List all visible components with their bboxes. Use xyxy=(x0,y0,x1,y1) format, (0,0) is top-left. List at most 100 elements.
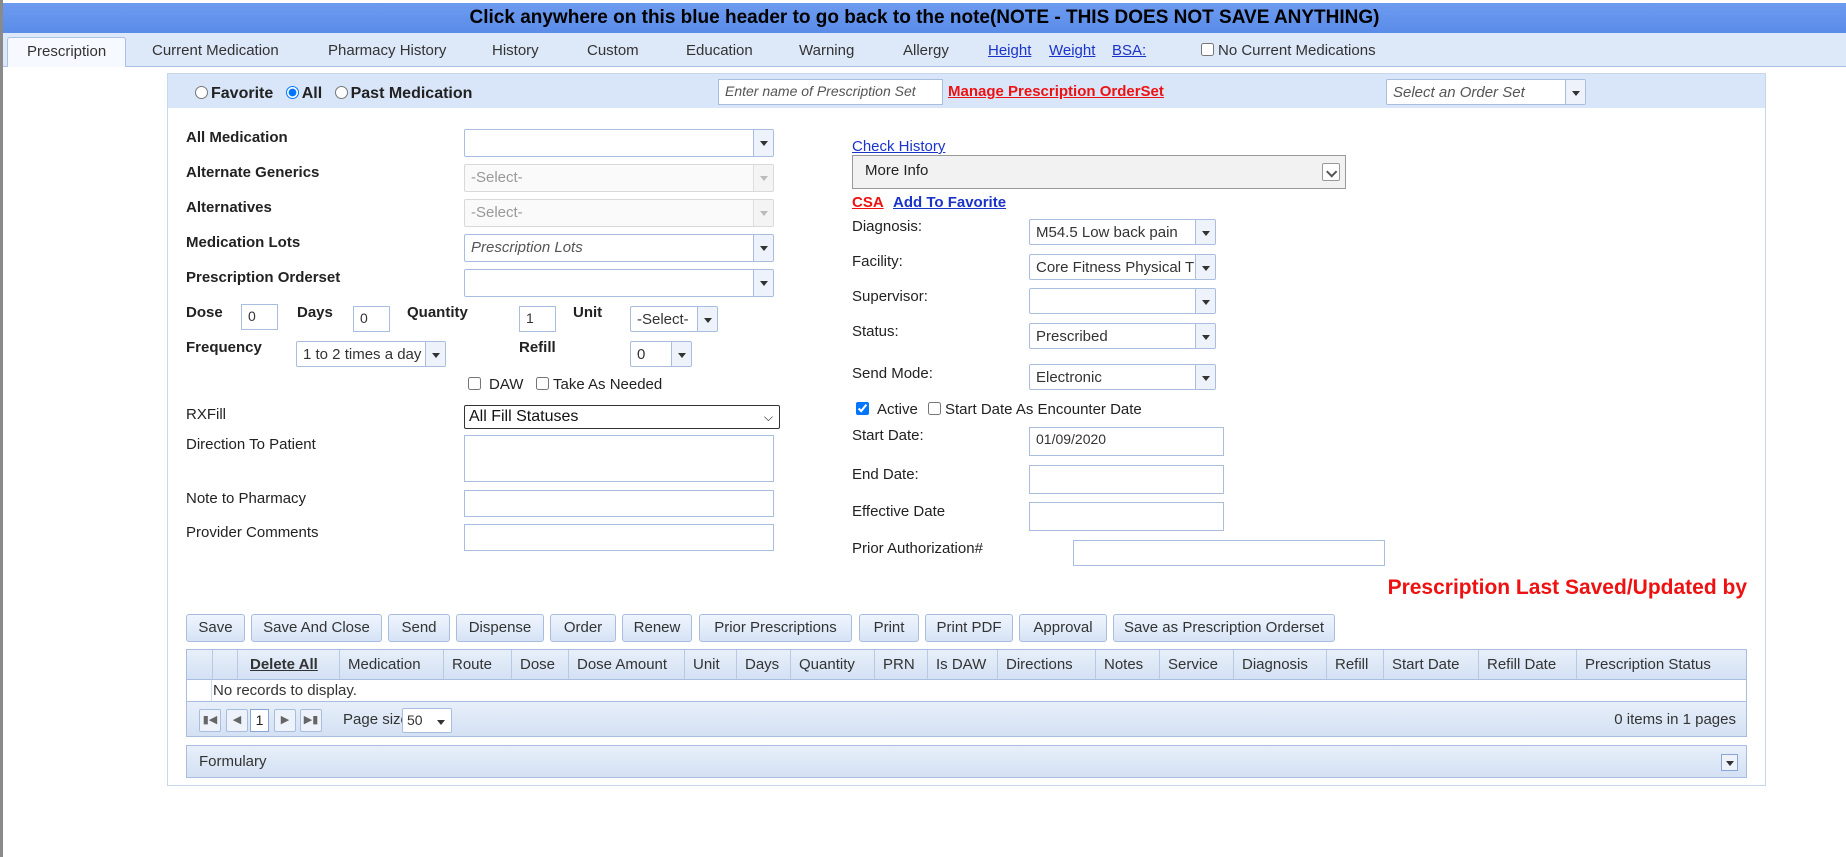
radio-all[interactable]: All xyxy=(285,85,322,102)
active-checkbox[interactable]: Active xyxy=(856,401,918,418)
daw-checkbox[interactable]: DAW xyxy=(468,376,523,393)
col-unit[interactable]: Unit xyxy=(684,650,736,679)
order-button[interactable]: Order xyxy=(550,614,616,642)
medication-lots-select[interactable]: Prescription Lots xyxy=(464,234,774,262)
diagnosis-select[interactable]: M54.5 Low back pain xyxy=(1029,219,1216,245)
col-diagnosis[interactable]: Diagnosis xyxy=(1233,650,1326,679)
delete-all-link[interactable]: Delete All xyxy=(237,650,339,679)
chevron-down-icon[interactable] xyxy=(1195,324,1215,348)
radio-past-medication[interactable]: Past Medication xyxy=(334,85,472,102)
chevron-down-icon[interactable] xyxy=(1565,80,1585,104)
no-current-medications-checkbox[interactable]: No Current Medications xyxy=(1201,37,1376,65)
order-set-select[interactable]: Select an Order Set xyxy=(1386,79,1586,105)
col-dose-amount[interactable]: Dose Amount xyxy=(568,650,684,679)
all-medication-select[interactable] xyxy=(464,129,774,157)
print-button[interactable]: Print xyxy=(859,614,919,642)
take-as-needed-checkbox[interactable]: Take As Needed xyxy=(536,376,662,393)
frequency-select[interactable]: 1 to 2 times a day xyxy=(296,341,446,367)
tab-allergy[interactable]: Allergy xyxy=(884,37,968,67)
renew-button[interactable]: Renew xyxy=(622,614,692,642)
bsa-link[interactable]: BSA: xyxy=(1112,37,1146,65)
csa-link[interactable]: CSA xyxy=(852,194,884,211)
print-pdf-button[interactable]: Print PDF xyxy=(925,614,1013,642)
save-as-prescription-orderset-button[interactable]: Save as Prescription Orderset xyxy=(1113,614,1335,642)
approval-button[interactable]: Approval xyxy=(1019,614,1107,642)
send-mode-select[interactable]: Electronic xyxy=(1029,364,1216,390)
start-as-encounter-checkbox[interactable]: Start Date As Encounter Date xyxy=(928,401,1142,418)
chevron-down-icon[interactable] xyxy=(1195,255,1215,279)
tab-history[interactable]: History xyxy=(473,37,558,67)
chevron-down-icon[interactable] xyxy=(425,342,445,366)
tab-prescription[interactable]: Prescription xyxy=(7,37,127,67)
supervisor-select[interactable] xyxy=(1029,288,1216,314)
no-current-medications-input[interactable] xyxy=(1201,43,1214,56)
col-notes[interactable]: Notes xyxy=(1095,650,1159,679)
back-to-note-header[interactable]: Click anywhere on this blue header to go… xyxy=(3,3,1846,33)
start-date-input[interactable]: 01/09/2020 xyxy=(1029,427,1224,456)
status-select[interactable]: Prescribed xyxy=(1029,323,1216,349)
page-size-select[interactable]: 50 xyxy=(402,708,452,733)
chevron-down-icon[interactable] xyxy=(753,270,773,296)
current-page-number[interactable]: 1 xyxy=(250,709,269,732)
save-button[interactable]: Save xyxy=(186,614,245,642)
col-route[interactable]: Route xyxy=(443,650,511,679)
unit-select[interactable]: -Select- xyxy=(630,306,718,332)
col-directions[interactable]: Directions xyxy=(997,650,1095,679)
col-medication[interactable]: Medication xyxy=(339,650,443,679)
tab-education[interactable]: Education xyxy=(667,37,772,67)
prescription-orderset-select[interactable] xyxy=(464,269,774,297)
manage-orderset-link[interactable]: Manage Prescription OrderSet xyxy=(948,83,1164,100)
refill-select[interactable]: 0 xyxy=(630,341,692,367)
col-prn[interactable]: PRN xyxy=(874,650,927,679)
col-quantity[interactable]: Quantity xyxy=(790,650,874,679)
prescription-set-search-input[interactable]: Enter name of Prescription Set xyxy=(718,79,943,105)
next-page-icon[interactable]: ▶ xyxy=(274,709,296,732)
tab-warning[interactable]: Warning xyxy=(780,37,873,67)
prior-prescriptions-button[interactable]: Prior Prescriptions xyxy=(699,614,852,642)
effective-date-input[interactable] xyxy=(1029,502,1224,531)
previous-page-icon[interactable]: ◀ xyxy=(226,709,248,732)
chevron-down-icon[interactable] xyxy=(1195,220,1215,244)
height-link[interactable]: Height xyxy=(988,37,1031,65)
quantity-input[interactable]: 1 xyxy=(519,306,556,332)
note-to-pharmacy-input[interactable] xyxy=(464,490,774,517)
chevron-down-icon[interactable] xyxy=(697,307,717,331)
col-start-date[interactable]: Start Date xyxy=(1383,650,1478,679)
dose-input[interactable]: 0 xyxy=(241,304,278,330)
expand-icon[interactable] xyxy=(1721,754,1738,771)
chevron-down-icon[interactable] xyxy=(753,130,773,156)
chevron-down-icon[interactable] xyxy=(671,342,691,366)
formulary-panel[interactable]: Formulary xyxy=(186,745,1747,778)
chevron-down-icon[interactable] xyxy=(1195,365,1215,389)
tab-current-medication[interactable]: Current Medication xyxy=(133,37,298,67)
chevron-down-icon[interactable] xyxy=(431,709,451,732)
col-refill[interactable]: Refill xyxy=(1326,650,1383,679)
col-dose[interactable]: Dose xyxy=(511,650,568,679)
send-button[interactable]: Send xyxy=(388,614,450,642)
more-info-dropdown[interactable]: More Info xyxy=(852,155,1346,189)
direction-to-patient-textarea[interactable] xyxy=(464,435,774,482)
dispense-button[interactable]: Dispense xyxy=(456,614,544,642)
last-page-icon[interactable]: ▶▮ xyxy=(300,709,322,732)
prior-authorization-input[interactable] xyxy=(1073,540,1385,566)
days-input[interactable]: 0 xyxy=(353,306,390,332)
save-and-close-button[interactable]: Save And Close xyxy=(251,614,382,642)
provider-comments-input[interactable] xyxy=(464,524,774,551)
facility-select[interactable]: Core Fitness Physical Th xyxy=(1029,254,1216,280)
check-history-link[interactable]: Check History xyxy=(852,138,945,155)
chevron-down-icon[interactable] xyxy=(1195,289,1215,313)
chevron-down-icon[interactable] xyxy=(1322,163,1340,181)
col-refill-date[interactable]: Refill Date xyxy=(1478,650,1576,679)
tab-pharmacy-history[interactable]: Pharmacy History xyxy=(309,37,465,67)
chevron-down-icon[interactable] xyxy=(753,235,773,261)
col-is-daw[interactable]: Is DAW xyxy=(927,650,997,679)
first-page-icon[interactable]: ▮◀ xyxy=(199,709,221,732)
weight-link[interactable]: Weight xyxy=(1049,37,1095,65)
add-to-favorite-link[interactable]: Add To Favorite xyxy=(893,194,1006,211)
rxfill-select[interactable]: All Fill Statuses ⌵ xyxy=(464,405,780,429)
col-prescription-status[interactable]: Prescription Status xyxy=(1576,650,1746,679)
tab-custom[interactable]: Custom xyxy=(568,37,658,67)
radio-favorite[interactable]: Favorite xyxy=(195,85,273,102)
col-service[interactable]: Service xyxy=(1159,650,1233,679)
end-date-input[interactable] xyxy=(1029,465,1224,494)
